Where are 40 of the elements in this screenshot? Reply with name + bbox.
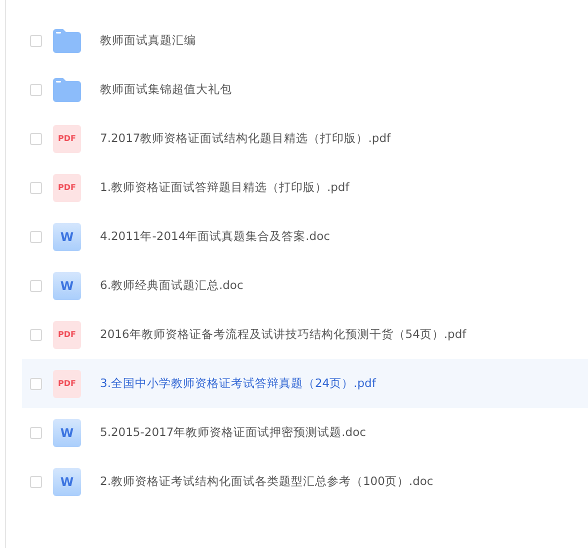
file-row[interactable]: 教师面试真题汇编 xyxy=(22,16,588,65)
checkbox[interactable] xyxy=(30,34,42,46)
file-row[interactable]: W 6.教师经典面试题汇总.doc xyxy=(22,261,588,310)
checkbox[interactable] xyxy=(30,84,42,96)
checkbox[interactable] xyxy=(30,426,42,438)
word-file-icon: W xyxy=(53,418,81,446)
checkbox[interactable] xyxy=(30,182,42,194)
file-row[interactable]: PDF 2016年教师资格证备考流程及试讲技巧结构化预测干货（54页）.pdf xyxy=(22,310,588,359)
file-row[interactable]: W 2.教师资格证考试结构化面试各类题型汇总参考（100页）.doc xyxy=(22,457,588,506)
file-row[interactable]: PDF 3.全国中小学教师资格证考试答辩真题（24页）.pdf xyxy=(22,359,588,408)
pdf-file-icon: PDF xyxy=(53,124,81,152)
file-name[interactable]: 2016年教师资格证备考流程及试讲技巧结构化预测干货（54页）.pdf xyxy=(100,327,466,342)
file-name[interactable]: 2.教师资格证考试结构化面试各类题型汇总参考（100页）.doc xyxy=(100,474,434,489)
file-row[interactable]: W 5.2015-2017年教师资格证面试押密预测试题.doc xyxy=(22,408,588,457)
file-row[interactable]: W 4.2011年-2014年面试真题集合及答案.doc xyxy=(22,212,588,261)
pdf-file-icon: PDF xyxy=(53,174,81,202)
file-row[interactable]: 教师面试集锦超值大礼包 xyxy=(22,65,588,114)
pdf-file-icon: PDF xyxy=(53,320,81,348)
file-name[interactable]: 7.2017教师资格证面试结构化题目精选（打印版）.pdf xyxy=(100,131,391,146)
word-file-icon: W xyxy=(53,468,81,496)
checkbox[interactable] xyxy=(30,476,42,488)
folder-icon xyxy=(53,78,81,102)
folder-icon xyxy=(53,28,81,52)
file-name[interactable]: 1.教师资格证面试答辩题目精选（打印版）.pdf xyxy=(100,180,350,195)
checkbox[interactable] xyxy=(30,378,42,390)
file-row[interactable]: PDF 7.2017教师资格证面试结构化题目精选（打印版）.pdf xyxy=(22,114,588,163)
file-name[interactable]: 3.全国中小学教师资格证考试答辩真题（24页）.pdf xyxy=(100,376,376,391)
file-name[interactable]: 4.2011年-2014年面试真题集合及答案.doc xyxy=(100,229,330,244)
file-name[interactable]: 教师面试真题汇编 xyxy=(100,33,196,48)
word-file-icon: W xyxy=(53,222,81,250)
checkbox[interactable] xyxy=(30,328,42,340)
checkbox[interactable] xyxy=(30,280,42,292)
file-name[interactable]: 教师面试集锦超值大礼包 xyxy=(100,82,232,97)
pdf-file-icon: PDF xyxy=(53,370,81,398)
file-row[interactable]: PDF 1.教师资格证面试答辩题目精选（打印版）.pdf xyxy=(22,163,588,212)
checkbox[interactable] xyxy=(30,132,42,144)
checkbox[interactable] xyxy=(30,230,42,242)
word-file-icon: W xyxy=(53,272,81,300)
file-name[interactable]: 5.2015-2017年教师资格证面试押密预测试题.doc xyxy=(100,425,366,440)
file-name[interactable]: 6.教师经典面试题汇总.doc xyxy=(100,278,244,293)
